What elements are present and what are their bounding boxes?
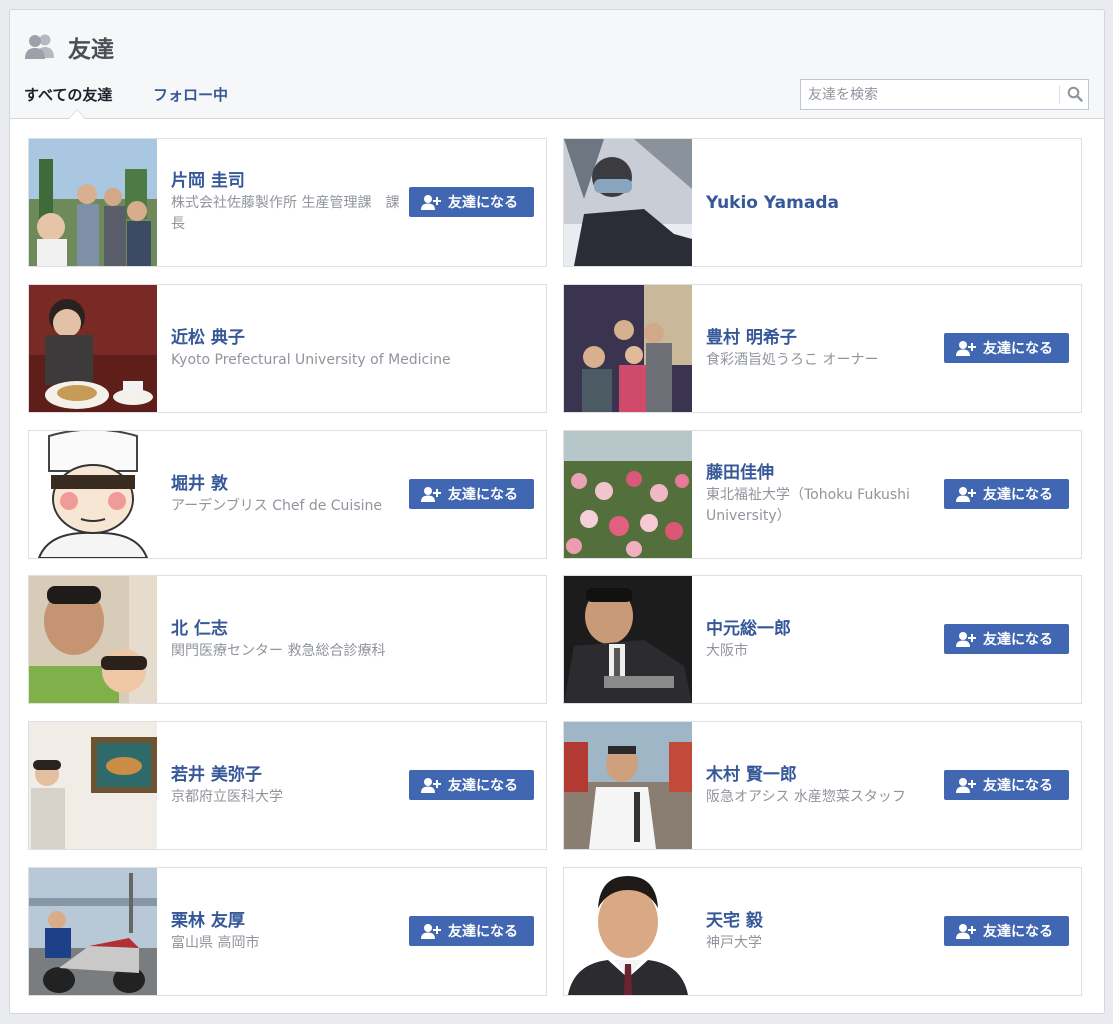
friend-subtitle: 京都府立医科大学 xyxy=(171,788,283,805)
friend-card: 豊村 明希子 食彩酒旨処うろこ オーナー 友達になる xyxy=(563,284,1082,413)
friend-name[interactable]: Yukio Yamada xyxy=(706,192,1066,214)
friend-name[interactable]: 木村 賢一郎 xyxy=(706,764,936,786)
friend-name[interactable]: 天宅 毅 xyxy=(706,910,936,932)
friend-card: 栗林 友厚 富山県 高岡市 友達になる xyxy=(28,867,547,996)
profile-photo[interactable] xyxy=(564,868,692,995)
friend-subtitle: アーデンブリス Chef de Cuisine xyxy=(171,497,382,514)
add-friend-label: 友達になる xyxy=(983,924,1053,940)
friend-info: 栗林 友厚 富山県 高岡市 xyxy=(171,868,401,995)
add-friend-button[interactable]: 友達になる xyxy=(944,624,1069,654)
friend-card: 近松 典子 Kyoto Prefectural University of Me… xyxy=(28,284,547,413)
friend-info: 堀井 敦 アーデンブリス Chef de Cuisine xyxy=(171,431,401,558)
friend-info: 片岡 圭司 株式会社佐藤製作所 生産管理課 課長 xyxy=(171,139,401,266)
friend-subtitle: 大阪市 xyxy=(706,642,748,659)
add-friend-icon xyxy=(421,195,441,210)
friend-card: Yukio Yamada xyxy=(563,138,1082,267)
profile-photo[interactable] xyxy=(29,285,157,412)
friend-info: 藤田佳伸 東北福祉大学（Tohoku Fukushi University） xyxy=(706,431,936,558)
friend-info: 北 仁志 関門医療センター 救急総合診療科 xyxy=(171,576,531,703)
profile-photo[interactable] xyxy=(29,868,157,995)
friend-card: 片岡 圭司 株式会社佐藤製作所 生産管理課 課長 友達になる xyxy=(28,138,547,267)
add-friend-button[interactable]: 友達になる xyxy=(409,770,534,800)
friend-card: 北 仁志 関門医療センター 救急総合診療科 xyxy=(28,575,547,704)
add-friend-icon xyxy=(421,778,441,793)
profile-photo[interactable] xyxy=(29,576,157,703)
panel-header: 友達 すべての友達 フォロー中 xyxy=(10,10,1104,119)
profile-photo[interactable] xyxy=(564,576,692,703)
add-friend-button[interactable]: 友達になる xyxy=(409,916,534,946)
friend-name[interactable]: 北 仁志 xyxy=(171,618,531,640)
friend-info: 天宅 毅 神戸大学 xyxy=(706,868,936,995)
friend-subtitle: 食彩酒旨処うろこ オーナー xyxy=(706,351,879,368)
friend-subtitle: 関門医療センター 救急総合診療科 xyxy=(171,642,386,659)
add-friend-label: 友達になる xyxy=(983,341,1053,357)
friend-card: 藤田佳伸 東北福祉大学（Tohoku Fukushi University） 友… xyxy=(563,430,1082,559)
friend-card: 若井 美弥子 京都府立医科大学 友達になる xyxy=(28,721,547,850)
friend-info: 若井 美弥子 京都府立医科大学 xyxy=(171,722,401,849)
friends-icon xyxy=(24,32,56,60)
add-friend-label: 友達になる xyxy=(448,778,518,794)
friend-subtitle: 東北福祉大学（Tohoku Fukushi University） xyxy=(706,487,910,524)
active-tab-indicator xyxy=(68,109,86,119)
page-title: 友達 xyxy=(68,37,114,63)
add-friend-icon xyxy=(956,487,976,502)
add-friend-icon xyxy=(421,924,441,939)
add-friend-button[interactable]: 友達になる xyxy=(944,770,1069,800)
add-friend-button[interactable]: 友達になる xyxy=(409,479,534,509)
add-friend-button[interactable]: 友達になる xyxy=(944,479,1069,509)
friend-card: 木村 賢一郎 阪急オアシス 水産惣菜スタッフ 友達になる xyxy=(563,721,1082,850)
profile-photo[interactable] xyxy=(29,139,157,266)
profile-photo[interactable] xyxy=(29,431,157,558)
add-friend-icon xyxy=(956,632,976,647)
friend-card: 天宅 毅 神戸大学 友達になる xyxy=(563,867,1082,996)
add-friend-button[interactable]: 友達になる xyxy=(944,333,1069,363)
friend-card: 堀井 敦 アーデンブリス Chef de Cuisine 友達になる xyxy=(28,430,547,559)
friend-name[interactable]: 片岡 圭司 xyxy=(171,170,401,192)
friend-subtitle: 富山県 高岡市 xyxy=(171,934,260,951)
add-friend-label: 友達になる xyxy=(448,924,518,940)
add-friend-button[interactable]: 友達になる xyxy=(409,187,534,217)
friend-info: Yukio Yamada xyxy=(706,139,1066,266)
friend-name[interactable]: 若井 美弥子 xyxy=(171,764,401,786)
add-friend-label: 友達になる xyxy=(983,632,1053,648)
add-friend-label: 友達になる xyxy=(983,778,1053,794)
friend-name[interactable]: 堀井 敦 xyxy=(171,473,401,495)
friend-name[interactable]: 藤田佳伸 xyxy=(706,462,936,484)
friends-panel: 友達 すべての友達 フォロー中 片岡 圭司 株式会社佐藤製作所 生産管理課 課長… xyxy=(9,9,1105,1014)
add-friend-icon xyxy=(956,778,976,793)
search-divider xyxy=(1059,85,1060,104)
friend-subtitle: 神戸大学 xyxy=(706,934,762,951)
friend-name[interactable]: 栗林 友厚 xyxy=(171,910,401,932)
search-icon xyxy=(1067,86,1083,102)
profile-photo[interactable] xyxy=(564,722,692,849)
search-input[interactable] xyxy=(801,80,1059,109)
friend-subtitle: Kyoto Prefectural University of Medicine xyxy=(171,351,451,368)
friend-card: 中元総一郎 大阪市 友達になる xyxy=(563,575,1082,704)
add-friend-icon xyxy=(956,924,976,939)
add-friend-label: 友達になる xyxy=(448,195,518,211)
add-friend-label: 友達になる xyxy=(983,487,1053,503)
friend-info: 豊村 明希子 食彩酒旨処うろこ オーナー xyxy=(706,285,936,412)
profile-photo[interactable] xyxy=(29,722,157,849)
tab-all-friends[interactable]: すべての友達 xyxy=(24,84,112,105)
add-friend-icon xyxy=(956,341,976,356)
profile-photo[interactable] xyxy=(564,285,692,412)
add-friend-label: 友達になる xyxy=(448,487,518,503)
search-button[interactable] xyxy=(1061,80,1089,109)
tab-following[interactable]: フォロー中 xyxy=(153,84,228,105)
profile-photo[interactable] xyxy=(564,139,692,266)
friend-subtitle: 阪急オアシス 水産惣菜スタッフ xyxy=(706,788,906,805)
friend-name[interactable]: 中元総一郎 xyxy=(706,618,936,640)
friend-search xyxy=(800,79,1089,110)
friend-info: 近松 典子 Kyoto Prefectural University of Me… xyxy=(171,285,531,412)
friend-name[interactable]: 豊村 明希子 xyxy=(706,327,936,349)
friend-info: 木村 賢一郎 阪急オアシス 水産惣菜スタッフ xyxy=(706,722,936,849)
add-friend-button[interactable]: 友達になる xyxy=(944,916,1069,946)
add-friend-icon xyxy=(421,487,441,502)
friend-subtitle: 株式会社佐藤製作所 生産管理課 課長 xyxy=(171,195,400,232)
profile-photo[interactable] xyxy=(564,431,692,558)
friend-info: 中元総一郎 大阪市 xyxy=(706,576,936,703)
friend-name[interactable]: 近松 典子 xyxy=(171,327,531,349)
